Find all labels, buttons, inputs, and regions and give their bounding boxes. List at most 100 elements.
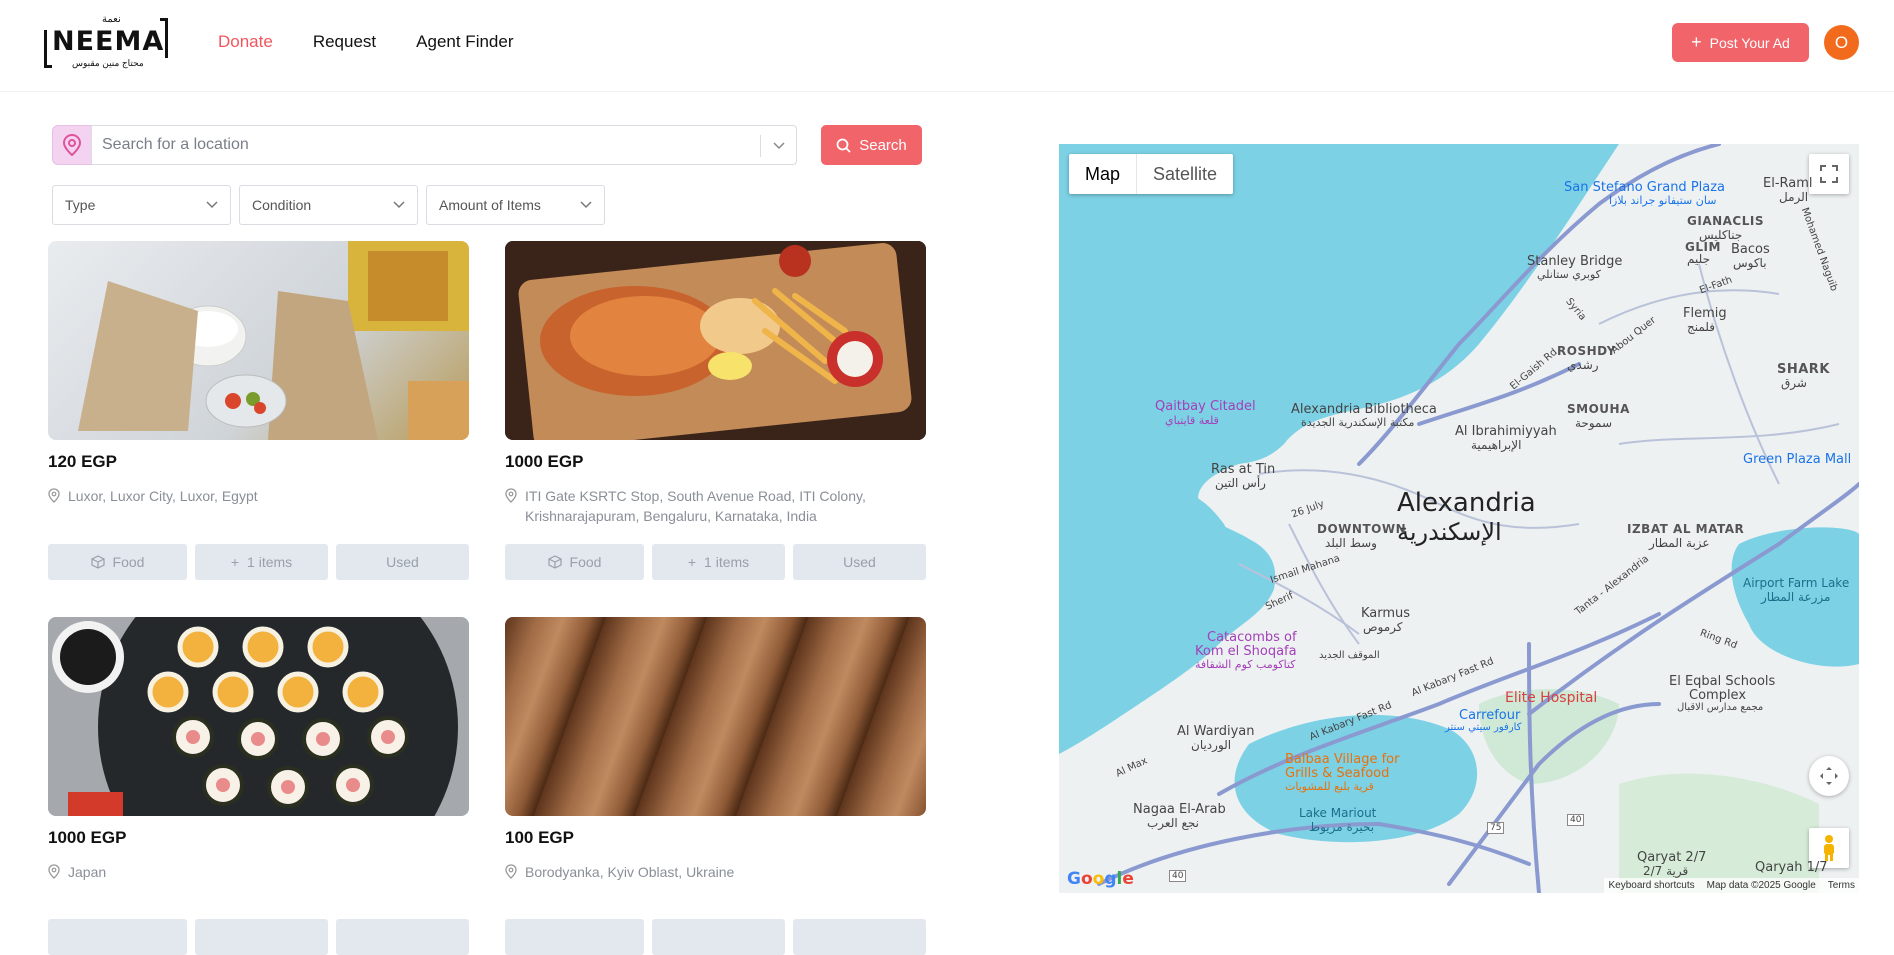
map-type-toggle: Map Satellite: [1069, 154, 1234, 194]
box-icon: [90, 555, 105, 569]
map-footer: Keyboard shortcuts Map data ©2025 Google…: [1604, 878, 1859, 893]
tag-amount-label: 1 items: [247, 554, 293, 570]
filter-type[interactable]: Type: [52, 185, 231, 225]
map-road-shield-75: 75: [1487, 822, 1505, 834]
chevron-down-icon: [393, 201, 405, 209]
map-label-catacombs-2: Kom el Shoqafa: [1195, 644, 1297, 659]
map-label-karmus-ar: كرموص: [1363, 620, 1403, 634]
nav-request[interactable]: Request: [313, 32, 376, 52]
map-label-smouha-ar: سموحة: [1575, 416, 1613, 430]
location-search-box: [91, 125, 797, 165]
location-map[interactable]: Map Satellite San Stefano Grand Plaza سا…: [1059, 144, 1859, 893]
map-label-wardiyan-ar: الورديان: [1191, 738, 1232, 752]
tag-amount-label: 1 items: [704, 554, 750, 570]
avatar[interactable]: O: [1824, 25, 1859, 60]
search-divider: [760, 135, 761, 157]
terms-link[interactable]: Terms: [1828, 880, 1855, 891]
listing-image-sushi-platter[interactable]: [48, 617, 469, 816]
map-type-map[interactable]: Map: [1069, 154, 1136, 194]
map-label-green-plaza[interactable]: Green Plaza Mall: [1743, 452, 1851, 467]
post-your-ad-button[interactable]: + Post Your Ad: [1672, 23, 1809, 62]
listing-location-text: ITI Gate KSRTC Stop, South Avenue Road, …: [525, 488, 866, 524]
chevron-down-icon: [206, 201, 218, 209]
map-label-mawqaf: الموقف الجديد: [1319, 650, 1380, 661]
map-label-qaryah-17: Qaryah 1/7: [1755, 860, 1828, 875]
map-label-san-stefano[interactable]: San Stefano Grand Plaza: [1564, 180, 1725, 195]
search-icon: [836, 138, 851, 153]
map-label-downtown: DOWNTOWN: [1317, 522, 1407, 536]
map-road-shield-40: 40: [1567, 814, 1585, 826]
map-label-airport-lake-ar: مزرعة المطار: [1761, 590, 1831, 604]
map-label-san-stefano-ar: سان ستيفانو جراند بلازا: [1609, 194, 1717, 207]
neema-logo[interactable]: NEEMA نعمة محتاج منين مقبوس: [44, 14, 168, 72]
location-pin-icon[interactable]: [52, 125, 92, 165]
listing-tags: [505, 919, 926, 955]
search-button-label: Search: [859, 136, 907, 154]
plus-icon: +: [687, 554, 697, 570]
nav-donate[interactable]: Donate: [218, 32, 273, 52]
map-label-ibrahimiyyah: Al Ibrahimiyyah: [1455, 424, 1557, 439]
plus-icon: +: [230, 554, 240, 570]
tag-condition: Used: [793, 544, 926, 580]
location-search-input[interactable]: [102, 126, 742, 164]
map-label-wardiyan: Al Wardiyan: [1177, 724, 1255, 739]
listing-card[interactable]: 100 EGP Borodyanka, Kyiv Oblast, Ukraine: [505, 617, 926, 882]
tag-placeholder: [336, 919, 469, 955]
listing-card[interactable]: 1000 EGP Japan: [48, 617, 469, 882]
map-label-carrefour[interactable]: Carrefour: [1459, 708, 1520, 723]
search-button[interactable]: Search: [821, 125, 922, 165]
map-label-downtown-ar: وسط البلد: [1325, 536, 1377, 550]
listing-location: Luxor, Luxor City, Luxor, Egypt: [48, 486, 469, 506]
tag-type-label: Food: [569, 554, 602, 570]
tag-condition-label: Used: [386, 554, 419, 570]
map-label-balbaa[interactable]: Balbaa Village for: [1285, 752, 1399, 767]
map-label-balbaa-ar: قرية بلبع للمشويات: [1285, 780, 1374, 793]
filter-bar: Type Condition Amount of Items: [52, 185, 605, 225]
map-label-el-raml: El-Raml: [1763, 176, 1813, 191]
tag-placeholder: [505, 919, 644, 955]
map-pin-icon: [48, 864, 60, 879]
map-label-airport-lake: Airport Farm Lake: [1743, 576, 1850, 590]
listing-image-shawarma-plate[interactable]: [505, 241, 926, 440]
map-pin-icon: [48, 488, 60, 503]
map-road-shield-40b: 40: [1169, 870, 1187, 882]
map-label-qaitbay[interactable]: Qaitbay Citadel: [1155, 399, 1256, 414]
listing-location: Borodyanka, Kyiv Oblast, Ukraine: [505, 862, 926, 882]
map-label-eqbal[interactable]: El Eqbal Schools: [1669, 674, 1775, 689]
map-label-stanley: Stanley Bridge: [1527, 254, 1623, 269]
map-label-bacos-ar: باكوس: [1733, 256, 1767, 270]
map-label-stanley-ar: كوبري ستانلي: [1537, 268, 1601, 281]
map-label-nagaa: Nagaa El-Arab: [1133, 802, 1226, 817]
nav-agent-finder[interactable]: Agent Finder: [416, 32, 513, 52]
listing-card[interactable]: 1000 EGP ITI Gate KSRTC Stop, South Aven…: [505, 241, 926, 526]
fullscreen-icon[interactable]: [1809, 154, 1849, 194]
map-label-eqbal-2: Complex: [1689, 688, 1747, 703]
listing-tags: Food +1 items Used: [48, 544, 469, 580]
filter-amount[interactable]: Amount of Items: [426, 185, 605, 225]
camera-control-icon[interactable]: [1809, 756, 1849, 796]
box-icon: [547, 555, 562, 569]
map-label-izbat-ar: عزبة المطار: [1649, 536, 1710, 550]
listing-image-brown-leather[interactable]: [505, 617, 926, 816]
map-label-catacombs[interactable]: Catacombs of: [1207, 630, 1297, 645]
map-label-qaryat: Qaryat 2/7: [1637, 850, 1707, 865]
map-label-glim-ar: جليم: [1687, 252, 1710, 266]
tag-amount: +1 items: [195, 544, 328, 580]
tag-type: Food: [48, 544, 187, 580]
listing-card[interactable]: 120 EGP Luxor, Luxor City, Luxor, Egypt: [48, 241, 469, 506]
tag-type-label: Food: [112, 554, 145, 570]
map-label-mariout-ar: بحيرة مريوط: [1309, 820, 1375, 834]
map-type-satellite[interactable]: Satellite: [1136, 154, 1233, 194]
top-header: NEEMA نعمة محتاج منين مقبوس Donate Reque…: [0, 0, 1894, 92]
listing-image-shawarma-wraps[interactable]: [48, 241, 469, 440]
chevron-down-icon[interactable]: [770, 138, 788, 154]
map-label-nagaa-ar: نجع العرب: [1147, 816, 1199, 830]
map-label-elite-hospital[interactable]: Elite Hospital: [1505, 690, 1597, 706]
listing-price: 120 EGP: [48, 452, 117, 471]
filter-condition[interactable]: Condition: [239, 185, 418, 225]
map-label-bibliotheca-ar: مكتبة الإسكندرية الجديدة: [1301, 416, 1415, 429]
map-label-izbat: IZBAT AL MATAR: [1627, 522, 1745, 536]
keyboard-shortcuts-link[interactable]: Keyboard shortcuts: [1608, 880, 1694, 891]
map-label-bibliotheca[interactable]: Alexandria Bibliotheca: [1291, 402, 1437, 417]
map-label-carrefour-ar: كارفور سيتي سنتر: [1445, 722, 1522, 733]
